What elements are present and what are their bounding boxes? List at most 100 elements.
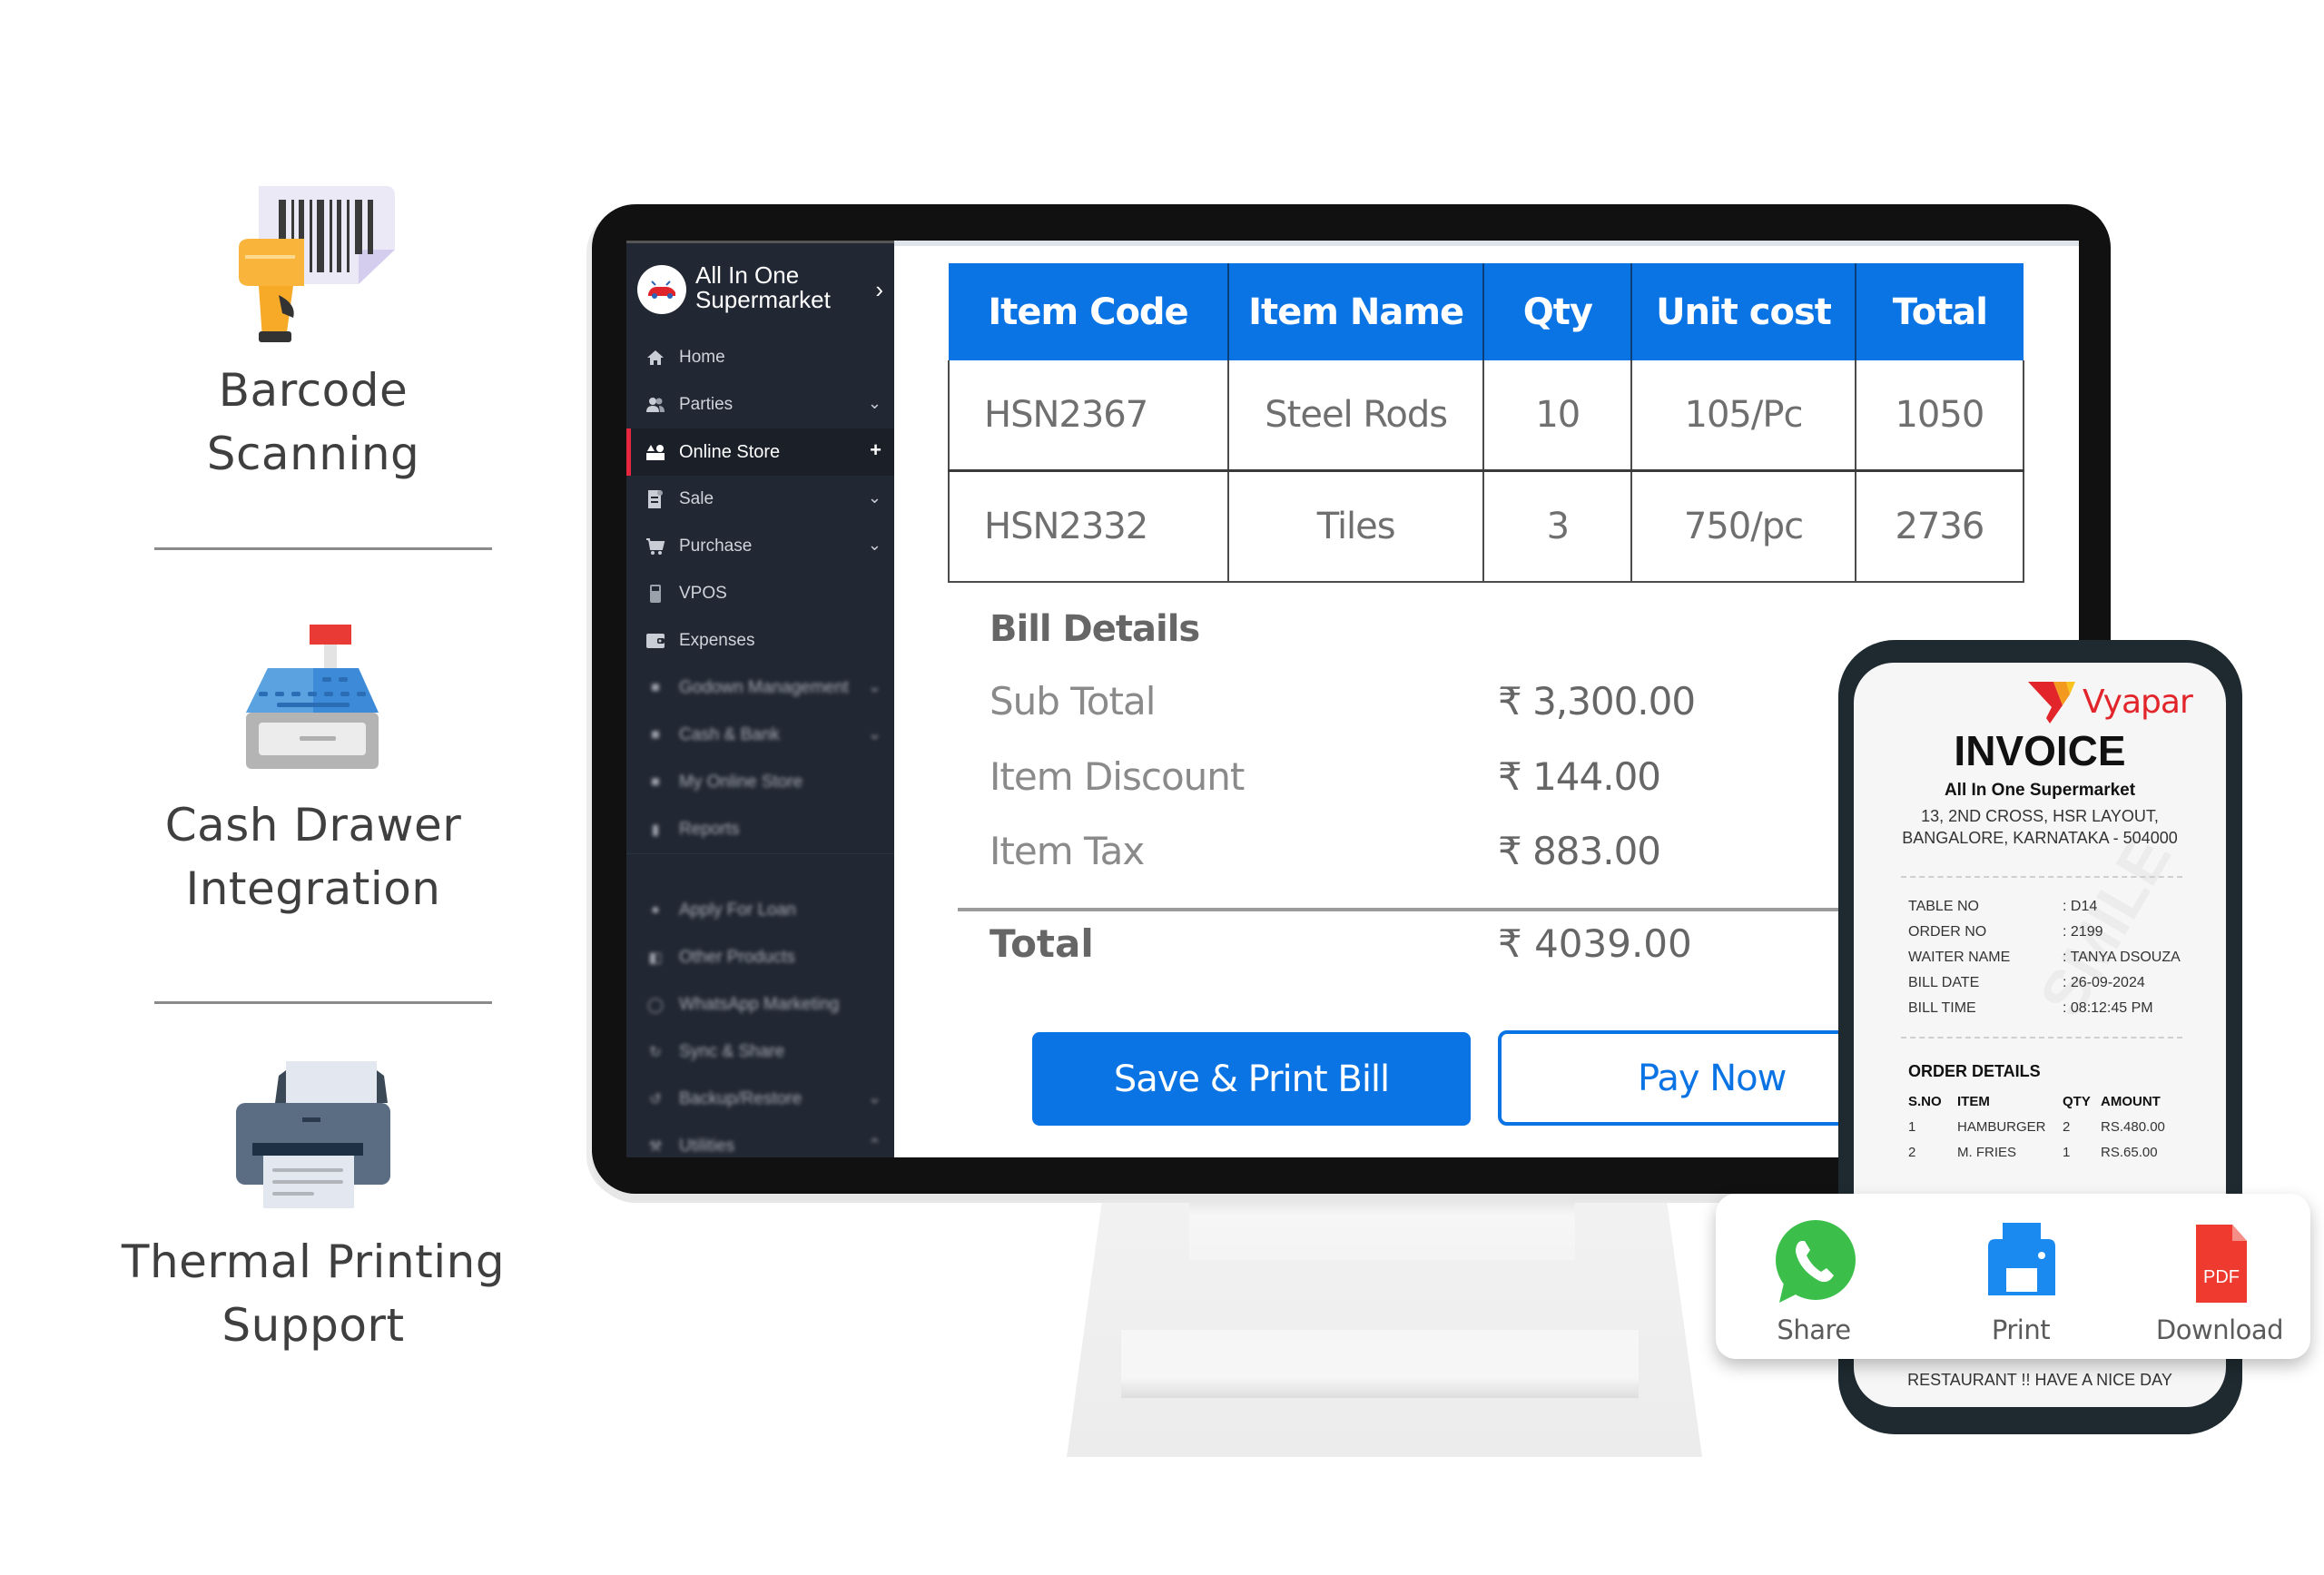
sidebar-item-cash-bank[interactable]: ■ Cash & Bank ⌄: [626, 712, 894, 759]
sidebar-item-whatsapp-marketing[interactable]: ◯ WhatsApp Marketing: [626, 981, 894, 1029]
meta-row-table-no: TABLE NO : D14: [1908, 899, 2208, 924]
feature-title-line: Scanning: [206, 428, 420, 480]
chevron-down-icon: ⌄: [867, 724, 881, 743]
sidebar-item-reports[interactable]: ▮ Reports: [626, 806, 894, 853]
receipt-icon: [645, 488, 666, 510]
order-row: 1 HAMBURGER 2 RS.480.00: [1908, 1119, 2199, 1145]
cell-total: 1050: [1854, 360, 2025, 472]
invoice-address-line2: BANGALORE, KARNATAKA - 504000: [1902, 829, 2178, 847]
bill-row-amount: ₹ 3,300.00: [1498, 679, 1696, 724]
sidebar-item-my-online-store[interactable]: ■ My Online Store: [626, 759, 894, 806]
table-row[interactable]: HSN2332 Tiles 3 750/pc 2736: [947, 470, 2025, 583]
order-cell: HAMBURGER: [1957, 1119, 2046, 1135]
monitor-stand-neck: [1189, 1196, 1575, 1260]
meta-row-bill-time: BILL TIME : 08:12:45 PM: [1908, 1000, 2208, 1026]
sidebar-nav: Home Parties ⌄ Online Store + Sale ⌄ Pur…: [626, 334, 894, 1157]
sidebar-item-parties[interactable]: Parties ⌄: [626, 381, 894, 428]
sidebar-item-sync-share[interactable]: ↻ Sync & Share: [626, 1029, 894, 1076]
sidebar-item-sale[interactable]: Sale ⌄: [626, 476, 894, 523]
invoice-title: INVOICE: [1954, 727, 2126, 774]
chevron-down-icon: ⌄: [867, 394, 881, 412]
download-pdf-button[interactable]: PDF Download: [2138, 1219, 2301, 1345]
print-button[interactable]: Print: [1939, 1219, 2102, 1345]
invoice-meta: TABLE NO : D14 ORDER NO : 2199 WAITER NA…: [1908, 899, 2208, 1026]
bill-total-row: Total ₹ 4039.00: [990, 921, 1716, 966]
sidebar-item-label: Home: [679, 348, 725, 367]
sidebar-item-apply-for-loan[interactable]: ● Apply For Loan: [626, 887, 894, 934]
sidebar-item-vpos[interactable]: VPOS: [626, 570, 894, 617]
meta-label: BILL DATE: [1908, 975, 1980, 990]
sidebar-item-expenses[interactable]: Expenses: [626, 617, 894, 664]
share-actions-card: Share Print PDF Download: [1716, 1194, 2310, 1359]
business-switcher[interactable]: All In One Supermarket ›: [637, 260, 887, 323]
barcode-scanner-icon: [239, 186, 395, 342]
order-cell: 1: [2063, 1145, 2071, 1160]
pdf-icon: PDF: [2196, 1225, 2247, 1303]
shop-icon: ■: [651, 774, 660, 790]
monitor-stand-base: [1121, 1330, 1639, 1398]
sidebar-item-home[interactable]: Home: [626, 334, 894, 381]
sidebar-item-other-products[interactable]: ◧ Other Products: [626, 934, 894, 981]
pdf-badge: PDF: [2203, 1267, 2240, 1287]
sidebar: All In One Supermarket › Home Parties ⌄: [626, 241, 894, 1157]
order-cell: 2: [1908, 1145, 1916, 1160]
share-whatsapp-button[interactable]: Share: [1732, 1219, 1896, 1345]
cell-unit-cost: 750/pc: [1630, 470, 1856, 583]
sidebar-item-label: Cash & Bank: [679, 725, 780, 744]
sidebar-item-godown-management[interactable]: ■ Godown Management ⌄: [626, 664, 894, 712]
cell-unit-cost: 105/Pc: [1630, 360, 1856, 472]
chevron-down-icon: ⌄: [867, 488, 881, 507]
feature-divider: [154, 547, 492, 550]
feature-title-line: Support: [222, 1299, 405, 1352]
sync-icon: ↻: [649, 1045, 662, 1060]
plus-icon[interactable]: +: [870, 438, 881, 462]
column-header-total: Total: [1855, 263, 2024, 360]
sidebar-item-online-store[interactable]: Online Store +: [626, 428, 894, 476]
meta-label: ORDER NO: [1908, 924, 1987, 940]
order-row: 2 M. FRIES 1 RS.65.00: [1908, 1145, 2199, 1170]
sidebar-item-utilities[interactable]: ⚒ Utilities ⌃: [626, 1123, 894, 1157]
order-cell: RS.480.00: [2101, 1119, 2165, 1135]
invoice-store-name: All In One Supermarket: [1944, 781, 2136, 800]
feature-title-line: Barcode: [218, 364, 409, 417]
order-header: ITEM: [1957, 1094, 1990, 1109]
whatsapp-icon: ◯: [647, 998, 664, 1013]
save-print-bill-button[interactable]: Save & Print Bill: [1032, 1032, 1471, 1126]
wallet-icon: [645, 630, 666, 652]
cash-register-icon: [246, 625, 379, 769]
order-header: S.NO: [1908, 1094, 1942, 1109]
table-header-row: Item Code Item Name Qty Unit cost Total: [949, 263, 2024, 360]
sidebar-item-label: Online Store: [679, 441, 781, 462]
business-name-line1: All In One: [695, 261, 800, 289]
meta-value: : D14: [2063, 899, 2098, 914]
bill-row-amount: ₹ 883.00: [1498, 829, 1661, 873]
order-header-row: S.NO ITEM QTY AMOUNT: [1908, 1094, 2199, 1119]
download-label: Download: [2155, 1314, 2284, 1345]
bill-row-item-discount: Item Discount ₹ 144.00: [990, 754, 1716, 799]
wrench-icon: ⚒: [648, 1139, 663, 1155]
sidebar-item-label: Godown Management: [679, 678, 849, 697]
feature-cash-drawer: Cash Drawer Integration: [91, 617, 536, 920]
invoice-address-line1: 13, 2ND CROSS, HSR LAYOUT,: [1921, 807, 2159, 825]
sidebar-item-backup-restore[interactable]: ↺ Backup/Restore ⌄: [626, 1076, 894, 1123]
backup-icon: ↺: [649, 1092, 662, 1107]
feature-title-line: Integration: [185, 862, 441, 915]
chevron-up-icon: ⌃: [867, 1136, 881, 1154]
store-icon: [645, 441, 666, 463]
table-row[interactable]: HSN2367 Steel Rods 10 105/Pc 1050: [947, 360, 2025, 472]
vyapar-logo-icon: [2028, 682, 2075, 724]
sidebar-item-purchase[interactable]: Purchase ⌄: [626, 523, 894, 570]
chevron-down-icon: ⌄: [867, 1088, 881, 1107]
pay-now-button[interactable]: Pay Now: [1498, 1030, 1879, 1126]
cell-item-code: HSN2367: [947, 360, 1230, 472]
sidebar-item-label: Expenses: [679, 631, 755, 650]
receipt-divider: [1901, 1037, 2182, 1039]
bill-details-heading: Bill Details: [990, 608, 1200, 650]
column-header-unit-cost: Unit cost: [1631, 263, 1856, 360]
order-details-title: ORDER DETAILS: [1908, 1062, 2041, 1080]
print-label: Print: [1991, 1314, 2051, 1345]
sidebar-item-label: Purchase: [679, 536, 753, 556]
order-header: AMOUNT: [2101, 1094, 2161, 1109]
sidebar-item-label: Other Products: [679, 948, 795, 967]
sidebar-item-label: Sale: [679, 489, 714, 508]
